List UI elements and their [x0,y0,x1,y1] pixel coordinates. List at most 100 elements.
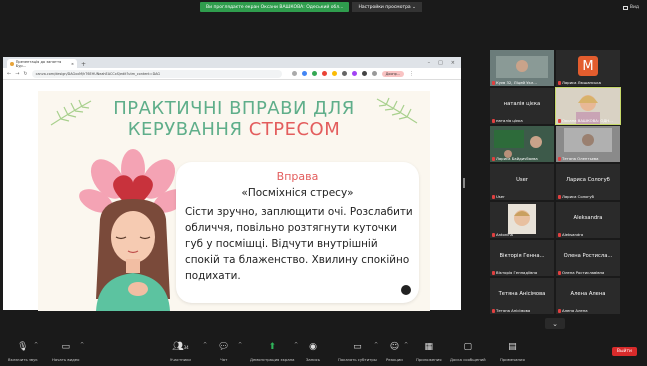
new-tab-icon[interactable]: + [81,61,86,68]
participants-icon: 👥︎34 [172,342,189,352]
mute-label: Включить звук [8,357,38,362]
participant-name: Алена Алена [558,308,588,313]
mic-off-icon: 🎙︎ [17,342,29,352]
share-options-chevron-icon[interactable]: ^ [294,342,298,348]
extension-icon[interactable] [311,71,317,76]
star-icon[interactable] [291,71,297,76]
notes-label: Примечания [500,357,525,362]
video-off-icon: ▭ [61,342,70,352]
participant-name: Куєв 32, Ліцей Укл... [492,80,537,85]
participant-tile[interactable]: Aleksandra Aleksandra [556,202,620,238]
canva-favicon-icon [10,61,14,66]
zoom-window: Ви проглядаєте екран Оксани ВАШКОВА: Оде… [0,0,647,366]
participant-tile[interactable]: Вікторія Генна... Вікторія Геннадіївна [490,240,554,276]
participant-name: Aleksandra [558,232,583,237]
participant-tile[interactable]: Тетяна Анісімова Тетяна Анісімова [490,278,554,314]
muted-mic-icon [492,270,495,275]
participant-tile[interactable]: наталія цієка наталія цієка [490,88,554,124]
extension-icon[interactable] [361,71,367,76]
card-subheading: «Посміхніся стресу» [241,187,354,199]
minimize-icon[interactable]: – [428,60,431,66]
record-button[interactable]: ◉ Запись [306,341,320,362]
muted-mic-icon [558,80,561,85]
reload-icon[interactable]: ↻ [23,71,27,77]
url-input[interactable]: canva.com/design/DAGxxM/hT6EHUNeahEACCxS… [31,69,282,78]
participant-name: Лариса Люшанська [558,80,601,85]
participant-tile-speaking[interactable]: Оксана ВАШКОВА: ОДН... [555,87,621,125]
video-label: Начать видео [52,357,80,362]
menu-icon[interactable]: ⋮ [409,71,414,77]
muted-mic-icon [492,118,495,123]
captions-button[interactable]: ▭ Показать субтитры [338,341,377,362]
muted-mic-icon [558,270,561,275]
back-icon[interactable]: ← [7,71,11,77]
view-button[interactable]: Вид [622,5,639,10]
reactions-button[interactable]: ☺ Реакции [386,341,403,362]
card-heading: Вправа [276,170,319,183]
slide-title-part: КЕРУВАННЯ [127,119,249,140]
participant-tile[interactable]: M Лариса Люшанська [556,50,620,86]
slide-action-icon[interactable] [401,285,411,295]
video-options-chevron-icon[interactable]: ^ [80,342,84,348]
participant-display-name: Вікторія Генна... [499,253,545,259]
tab-close-icon[interactable]: × [71,62,74,66]
profile-button[interactable]: Доопр... [381,70,405,77]
view-options-label: Настройки просмотра [358,4,411,10]
participants-label: Участники [170,357,191,362]
participants-count: 34 [183,345,189,350]
card-body: Сісти зручно, заплющити очі. Розслабити … [185,206,413,282]
participant-name: Лариса Сологуб [558,194,594,199]
participant-display-name: Лариса Сологуб [566,177,610,183]
participants-button[interactable]: 👥︎34 Участники [170,341,191,362]
extension-icon[interactable] [341,71,347,76]
view-options-button[interactable]: Настройки просмотра ⌄ [352,2,422,12]
participant-display-name: Тетяна Анісімова [498,291,546,297]
extension-icon[interactable] [351,71,357,76]
browser-tab-strip: Презентація до заняття Бур... × + – □ × [3,57,461,68]
slide-title-line2: КЕРУВАННЯ СТРЕСОМ [38,119,430,140]
participant-name: User [492,194,505,199]
extension-icon[interactable] [321,71,327,76]
participant-tile[interactable]: Antonina [490,202,554,238]
smiley-icon: ☺ [389,342,400,352]
participant-tile[interactable]: Олена Ростисла... Олена Ростиславівна [556,240,620,276]
chat-label: Чат [220,357,228,362]
participant-tile[interactable]: Алена Алена Алена Алена [556,278,620,314]
panel-resize-handle[interactable] [463,178,465,188]
participant-tile[interactable]: Тетяна Олентьєва [556,126,620,162]
extension-icon[interactable] [301,71,307,76]
whiteboards-button[interactable]: ▢ Доска сообщений [450,341,486,362]
participants-options-chevron-icon[interactable]: ^ [203,342,207,348]
mute-options-chevron-icon[interactable]: ^ [34,342,38,348]
chat-button[interactable]: 💬︎ Чат [218,341,229,362]
scroll-down-chevron-icon[interactable]: ⌄ [545,318,565,329]
participant-tile[interactable]: Лариса Сологуб Лариса Сологуб [556,164,620,200]
reactions-label: Реакции [386,357,403,362]
notes-button[interactable]: ▤ Примечания [500,341,525,362]
extension-icons: Доопр... ⋮ [291,70,414,77]
participant-tile[interactable]: Лариса Байдичбаєва [490,126,554,162]
record-label: Запись [306,357,321,362]
extension-icon[interactable] [371,71,377,76]
captions-options-chevron-icon[interactable]: ^ [374,342,378,348]
reactions-options-chevron-icon[interactable]: ^ [404,342,408,348]
share-screen-button[interactable]: ⬆ Демонстрация экрана [250,341,294,362]
chat-options-chevron-icon[interactable]: ^ [238,342,242,348]
extension-icon[interactable] [331,71,337,76]
muted-mic-icon [492,308,495,313]
forward-icon[interactable]: → [15,71,19,77]
participant-tile[interactable]: User User [490,164,554,200]
participant-tile[interactable]: Куєв 32, Ліцей Укл... [490,50,554,86]
apps-button[interactable]: ▦ Приложения [416,341,441,362]
maximize-icon[interactable]: □ [438,60,443,66]
participant-name: Олена Ростиславівна [558,270,604,275]
browser-tab[interactable]: Презентація до заняття Бур... × [7,59,77,68]
view-label: Вид [629,5,639,10]
start-video-button[interactable]: ▭ Начать видео [52,341,79,362]
captions-label: Показать субтитры [338,357,377,362]
window-close-icon[interactable]: × [451,60,455,66]
woman-illustration [79,149,187,311]
leave-button[interactable]: Выйти [611,347,637,356]
participant-display-name: Алена Алена [570,291,606,297]
participant-display-name: Олена Ростисла... [563,253,613,259]
